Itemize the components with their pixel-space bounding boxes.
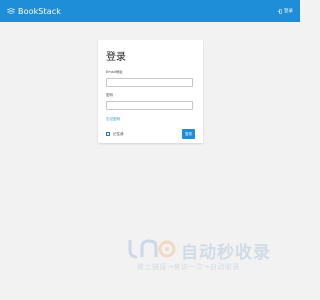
remember-me-label: 记住我	[113, 131, 124, 136]
watermark-logo-icon	[128, 239, 176, 259]
login-actions-row: 记住我 登录	[106, 129, 195, 139]
login-title: 登录	[106, 52, 126, 63]
watermark-title: 自动秒收录	[181, 243, 271, 263]
book-logo-icon	[7, 8, 15, 14]
header-login-label: 登录	[284, 9, 293, 14]
email-label: Email地址	[106, 70, 123, 74]
password-label: 密码	[106, 93, 113, 97]
login-button[interactable]: 登录	[182, 129, 195, 139]
watermark-subtitle: 做上链接→来访一次→自动收录	[137, 263, 240, 271]
watermark: 自动秒收录 做上链接→来访一次→自动收录	[127, 238, 277, 278]
remember-me-checkbox[interactable]	[106, 132, 110, 136]
forgot-password-link[interactable]: 忘记密码	[106, 117, 195, 122]
email-field[interactable]	[106, 78, 193, 87]
login-icon	[277, 8, 282, 14]
header-login-link[interactable]: 登录	[277, 8, 293, 14]
login-card: 登录 Email地址 密码 忘记密码 记住我 登录	[98, 40, 203, 143]
brand-name: BookStack	[18, 6, 61, 16]
remember-me-toggle[interactable]: 记住我	[106, 132, 124, 137]
password-field[interactable]	[106, 101, 193, 110]
top-header: BookStack 登录	[0, 0, 300, 22]
brand-link[interactable]: BookStack	[7, 7, 61, 16]
